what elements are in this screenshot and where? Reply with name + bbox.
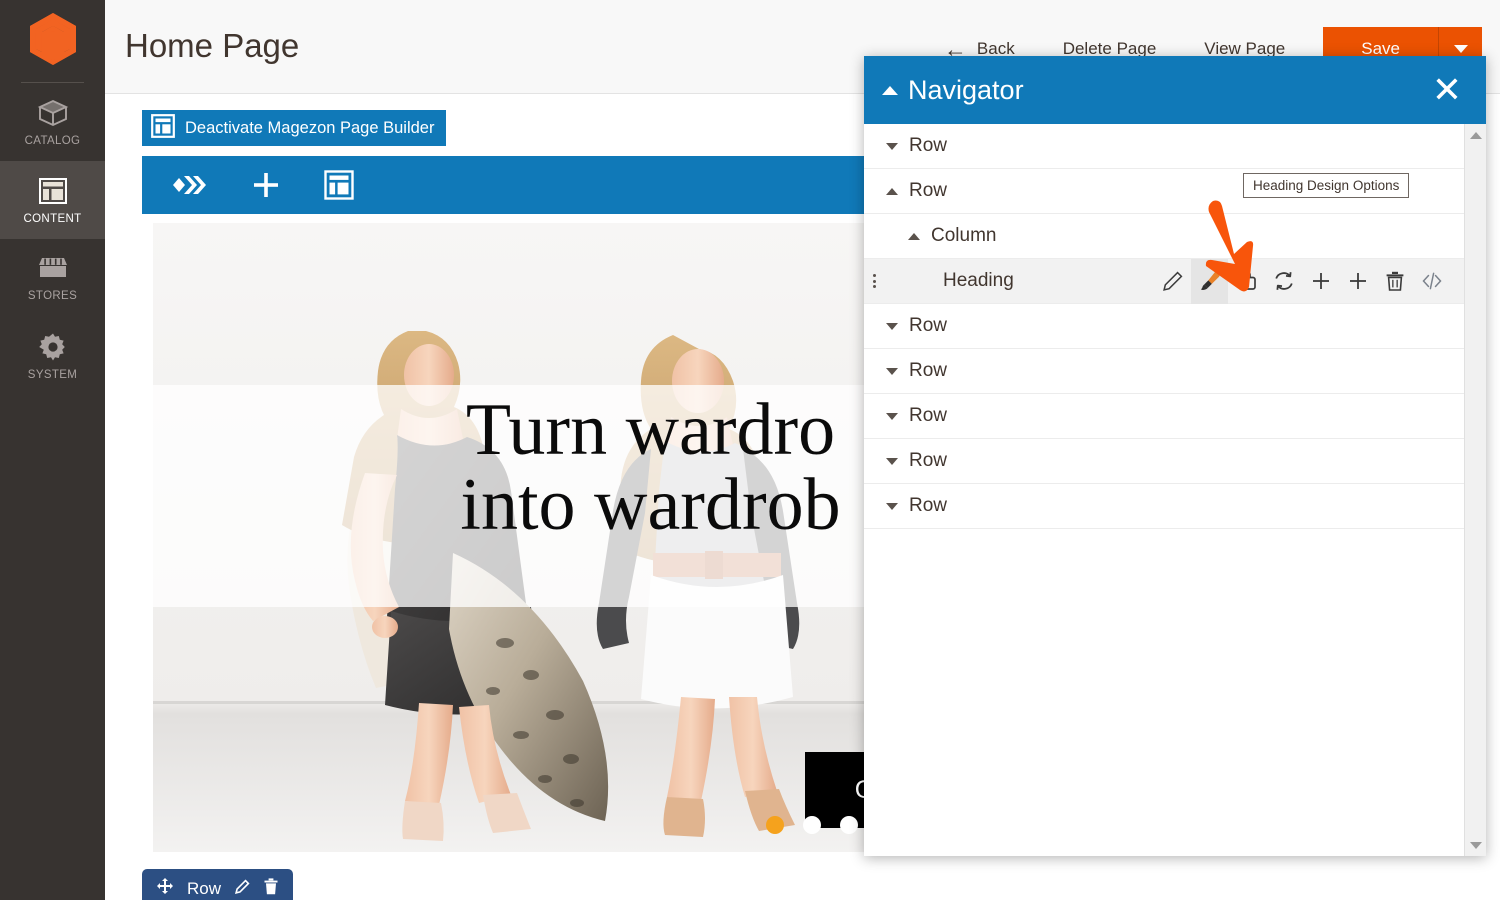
drag-handle-icon[interactable]	[873, 274, 876, 288]
sidebar-item-label: STORES	[27, 289, 78, 302]
duplicate-icon[interactable]	[1228, 259, 1265, 304]
page-title: Home Page	[125, 27, 300, 64]
store-icon	[36, 255, 70, 283]
magezon-logo-icon[interactable]	[164, 170, 208, 200]
chevron-down-icon[interactable]	[886, 367, 898, 375]
sidebar-item-system[interactable]: SYSTEM	[0, 317, 105, 395]
deactivate-page-builder-label: Deactivate Magezon Page Builder	[185, 118, 435, 137]
tree-item-label: Row	[909, 405, 948, 426]
tree-item-column[interactable]: Column	[864, 214, 1464, 259]
tree-item-label: Row	[909, 180, 948, 201]
trash-icon[interactable]	[263, 878, 279, 900]
tree-item-actions	[1154, 258, 1464, 304]
chevron-down-icon[interactable]	[886, 142, 898, 150]
plus-icon[interactable]	[1339, 259, 1376, 304]
navigator-title: Navigator	[908, 74, 1024, 105]
box-icon	[37, 98, 69, 128]
tree-item-label: Row	[909, 315, 948, 336]
pencil-icon[interactable]	[234, 878, 250, 900]
chevron-down-icon	[1453, 45, 1468, 53]
sidebar-item-label: SYSTEM	[27, 368, 78, 381]
caret-up-icon[interactable]	[882, 85, 898, 95]
scroll-up-icon[interactable]	[1465, 126, 1486, 144]
layout-icon[interactable]	[324, 170, 354, 200]
tree-item-label: Row	[909, 495, 948, 516]
sidebar-item-label: CONTENT	[23, 212, 82, 225]
navigator-panel: Navigator ✕ Row Row Column Heading Row R…	[864, 56, 1486, 856]
admin-sidebar: CATALOG CONTENT STORES SYSTEM	[0, 0, 105, 900]
chevron-down-icon[interactable]	[886, 457, 898, 465]
tree-item-row[interactable]: Row	[864, 124, 1464, 169]
sidebar-item-content[interactable]: CONTENT	[0, 161, 105, 239]
tree-item-row[interactable]: Row	[864, 394, 1464, 439]
gear-icon	[38, 332, 68, 362]
app-root: CATALOG CONTENT STORES SYSTEM Home Page …	[0, 0, 1500, 900]
carousel-dot[interactable]	[803, 816, 821, 834]
chevron-down-icon[interactable]	[886, 322, 898, 330]
tree-item-label: Column	[931, 225, 997, 246]
move-icon[interactable]	[156, 877, 174, 900]
refresh-icon[interactable]	[1265, 259, 1302, 304]
layout-icon	[151, 113, 175, 143]
add-element-icon[interactable]	[250, 169, 282, 201]
paintbrush-icon[interactable]	[1191, 258, 1228, 304]
tree-item-label: Row	[909, 135, 948, 156]
navigator-scrollbar[interactable]	[1464, 124, 1486, 856]
scroll-down-icon[interactable]	[1465, 836, 1486, 854]
navigator-tree: Row Row Column Heading Row Row Row Row R…	[864, 124, 1464, 856]
trash-icon[interactable]	[1376, 259, 1413, 304]
carousel-dot[interactable]	[840, 816, 858, 834]
deactivate-page-builder-button[interactable]: Deactivate Magezon Page Builder	[142, 110, 447, 146]
tree-item-row[interactable]: Row	[864, 439, 1464, 484]
layout-icon	[37, 176, 69, 206]
carousel-dot[interactable]	[766, 816, 784, 834]
navigator-body: Row Row Column Heading Row Row Row Row R…	[864, 124, 1486, 856]
magento-logo[interactable]	[0, 0, 105, 82]
tree-item-row[interactable]: Row	[864, 304, 1464, 349]
chevron-down-icon[interactable]	[886, 412, 898, 420]
sidebar-item-stores[interactable]: STORES	[0, 239, 105, 317]
navigator-header: Navigator ✕	[864, 56, 1486, 124]
row-element-badge[interactable]: Row	[142, 869, 294, 900]
sidebar-item-label: CATALOG	[24, 134, 81, 147]
code-icon[interactable]	[1413, 259, 1450, 304]
carousel-dots	[766, 816, 858, 834]
sidebar-item-catalog[interactable]: CATALOG	[0, 83, 105, 161]
plus-icon[interactable]	[1302, 259, 1339, 304]
tree-item-heading[interactable]: Heading	[864, 258, 1464, 304]
tree-item-row[interactable]: Row	[864, 349, 1464, 394]
tree-item-row[interactable]: Row	[864, 484, 1464, 529]
tree-item-label: Row	[909, 360, 948, 381]
tree-item-label: Heading	[943, 270, 1014, 291]
tooltip-heading-design-options: Heading Design Options	[1243, 173, 1410, 198]
pencil-icon[interactable]	[1154, 259, 1191, 304]
chevron-down-icon[interactable]	[886, 502, 898, 510]
row-badge-label: Row	[187, 879, 222, 898]
close-icon[interactable]: ✕	[1428, 72, 1466, 108]
magento-logo-icon	[29, 12, 76, 70]
chevron-up-icon[interactable]	[908, 232, 920, 240]
chevron-up-icon[interactable]	[886, 187, 898, 195]
tree-item-label: Row	[909, 450, 948, 471]
